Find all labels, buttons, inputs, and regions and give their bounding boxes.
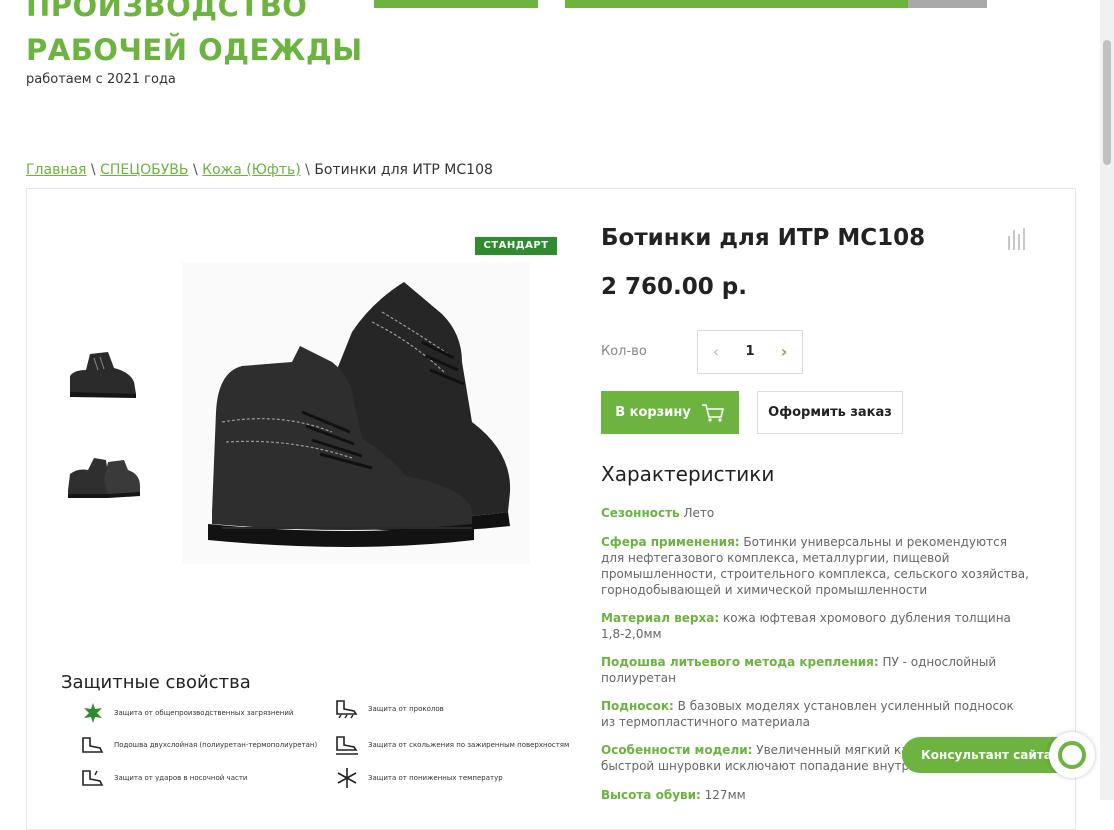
characteristic-item: Подносок: В базовых моделях установлен у… [601,698,1029,730]
dirt-protection-icon [78,701,108,725]
product-price: 2 760.00 р. [601,274,747,300]
characteristic-key: Материал верха: [601,611,720,625]
protection-item: Защита от скольжения по зажиренным повер… [332,733,569,757]
product-thumbnail-2[interactable] [64,440,144,510]
boot-sole-icon [78,733,108,757]
characteristic-value: Лето [679,506,715,520]
characteristic-key: Сфера применения: [601,535,740,549]
consultant-chat-icon[interactable] [1049,732,1095,778]
protection-item-label: Подошва двухслойная (полиуретан-термопол… [114,741,318,749]
breadcrumb-home-link[interactable]: Главная [26,162,86,178]
top-nav-bar [565,0,908,8]
characteristic-item: Подошва литьевого метода крепления: ПУ -… [601,654,1029,686]
breadcrumb-category-link[interactable]: СПЕЦОБУВЬ [100,162,188,178]
characteristic-key: Сезонность [601,506,680,520]
add-to-cart-label: В корзину [615,405,691,420]
characteristic-item: Сфера применения: Ботинки универсальны и… [601,534,1029,598]
brand-title-line2[interactable]: РАБОЧЕЙ ОДЕЖДЫ [26,33,363,67]
quantity-input[interactable]: 1 [733,331,767,373]
product-title: Ботинки для ИТР МС108 [601,225,926,251]
product-main-image[interactable] [182,262,530,564]
breadcrumb-separator: \ [86,162,101,178]
protection-item-label: Защита от ударов в носочной части [114,774,248,782]
protection-item: Подошва двухслойная (полиуретан-термопол… [78,733,317,757]
quantity-increase-button[interactable]: › [772,331,796,373]
brand-title-line1[interactable]: ПРОИЗВОДСТВО [26,0,307,23]
cart-icon [701,403,724,422]
characteristic-item: Высота обуви: 127мм [601,787,1029,803]
puncture-protection-icon [332,697,362,721]
quantity-decrease-button[interactable]: ‹ [704,331,728,373]
characteristic-key: Подошва литьевого метода крепления: [601,655,879,669]
scrollbar[interactable] [1100,0,1114,800]
checkout-button[interactable]: Оформить заказ [757,391,903,434]
characteristics-title: Характеристики [601,462,775,486]
breadcrumb-subcategory-link[interactable]: Кожа (Юфть) [202,162,301,178]
protection-item-label: Защита от общепроизводственных загрязнен… [114,709,294,717]
chat-ring-icon [1058,741,1086,769]
top-nav-bar [374,0,538,8]
quantity-stepper: ‹ 1 › [697,330,803,374]
quantity-label: Кол-во [601,344,647,359]
protection-item-label: Защита от проколов [368,705,444,713]
standard-badge: СТАНДАРТ [475,237,557,255]
characteristic-item: Материал верха: кожа юфтевая хромового д… [601,610,1029,642]
characteristic-key: Особенности модели: [601,743,753,757]
protection-item-label: Защита от пониженных температур [368,774,503,782]
top-nav-bar-gray [908,0,987,8]
characteristic-key: Подносок: [601,699,674,713]
protection-item-label: Защита от скольжения по зажиренным повер… [368,741,570,749]
boot-toe-icon [78,766,108,790]
brand-subtitle: работаем с 2021 года [26,72,176,87]
protection-item: Защита от общепроизводственных загрязнен… [78,701,293,725]
product-thumbnail-1[interactable] [64,340,144,410]
anti-slip-icon [332,733,362,757]
add-to-cart-button[interactable]: В корзину [601,391,739,434]
breadcrumb: Главная \ СПЕЦОБУВЬ \ Кожа (Юфть) \ Боти… [26,162,493,178]
breadcrumb-current: Ботинки для ИТР МС108 [314,162,493,178]
snowflake-icon [332,766,362,790]
breadcrumb-separator: \ [188,162,203,178]
protection-title: Защитные свойства [61,672,251,693]
protection-item: Защита от пониженных температур [332,766,503,790]
protection-item: Защита от проколов [332,697,444,721]
protection-item: Защита от ударов в носочной части [78,766,247,790]
scrollbar-thumb[interactable] [1103,40,1111,165]
characteristic-item: Сезонность Лето [601,505,1029,521]
compare-icon[interactable] [1006,226,1028,250]
breadcrumb-separator: \ [300,162,315,178]
